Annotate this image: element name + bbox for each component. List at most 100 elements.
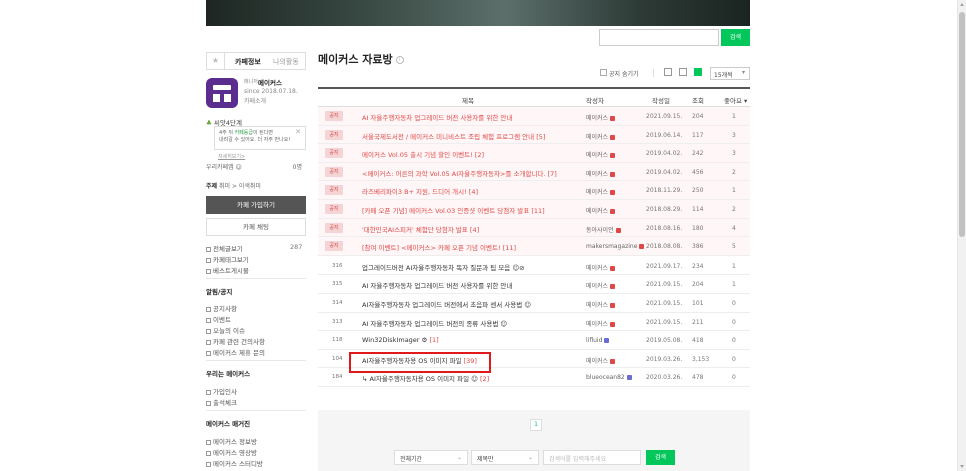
cafe-intro-link[interactable]: 카페소개 (244, 96, 266, 105)
post-title-link[interactable]: <메이커스: 어른의 과학 Vol.05 AI자율주행자동차>를 소개합니다. … (362, 168, 557, 178)
author-link[interactable]: lifluid (586, 337, 610, 344)
notice-badge: 공지 (325, 241, 343, 252)
like-count: 2 (732, 168, 736, 176)
like-count: 0 (732, 374, 736, 382)
comment-count[interactable]: [1] (429, 336, 438, 344)
scroll-up-icon[interactable] (960, 3, 964, 6)
like-count: 1 (732, 187, 736, 195)
author-link[interactable]: 메이커스 (586, 356, 616, 365)
view-count: 211 (692, 318, 704, 326)
post-title-link[interactable]: AI 자율주행자동차 업그레이드 버전의 종류 사용법 ☺ (362, 318, 507, 328)
tip-text: 이 된다면 (252, 130, 273, 136)
comment-count[interactable]: [2] (475, 151, 484, 159)
section-notice: 알림/공지 (206, 288, 233, 296)
author-link[interactable]: makersmagazine (586, 243, 645, 250)
hide-notice-label[interactable]: 공지 숨기기 (609, 69, 639, 78)
author-link[interactable]: 메이커스 (586, 263, 616, 272)
post-title-link[interactable]: 라즈베리파이3 B+ 지원, 드디어 개시! [4] (362, 186, 478, 196)
per-page-select[interactable]: 15개씩 ▾ (710, 67, 750, 80)
period-select[interactable]: 전체기간 ⌄ (394, 450, 468, 465)
board-search-input[interactable]: 검색어를 입력해주세요 (543, 450, 641, 465)
author-link[interactable]: 메이커스 (586, 113, 616, 122)
member-badge-icon (610, 303, 616, 308)
star-icon[interactable]: ★ (207, 53, 225, 69)
sidebar-item-study[interactable]: 메이커스 스터디방 (206, 458, 263, 468)
comment-count[interactable]: [5] (536, 133, 545, 141)
post-title-link[interactable]: Win32DiskImager ⚙ [1] (362, 336, 439, 344)
post-title-link[interactable]: ↳ AI자율주행자동차용 OS 이미지 파일 ☺ [2] (362, 373, 489, 383)
author-link[interactable]: 메이커스 (586, 150, 616, 159)
comment-count[interactable]: [7] (548, 170, 557, 178)
scope-select[interactable]: 제목만 ⌄ (471, 450, 539, 465)
sidebar-item-all-posts[interactable]: 전체글보기 287 (206, 243, 306, 253)
notice-badge: 공지 (325, 148, 343, 159)
card-view-icon[interactable] (694, 68, 702, 76)
comment-count[interactable]: [11] (531, 207, 544, 215)
like-count: 3 (732, 150, 736, 158)
sidebar-item-partner[interactable]: 메이커스 제휴 문의 (206, 347, 265, 357)
post-title-link[interactable]: AI 자율주행자동차 업그레이드 버전 사용자를 위한 안내 (362, 280, 512, 290)
col-likes[interactable]: 좋아요 ▾ (724, 95, 747, 105)
author-link[interactable]: blueocean82 (586, 374, 632, 381)
author-link[interactable]: 메이커스 (586, 169, 616, 178)
hide-notice-checkbox[interactable] (600, 69, 607, 76)
post-title-link[interactable]: [참여 이벤트] <메이커스> 카페 오픈 기념 이벤트! [11] (362, 242, 516, 252)
join-cafe-button[interactable]: 카페 가입하기 (206, 196, 306, 214)
album-view-icon[interactable] (679, 68, 687, 76)
sidebar-item-label: 공지사항 (213, 305, 237, 313)
author-link[interactable]: 메이커스 (586, 132, 616, 141)
post-title-link[interactable]: [카페 오픈 기념] 메이커스 Vol.03 인증샷 이벤트 당첨자 발표 [1… (362, 205, 545, 215)
post-date: 2019.03.26. (646, 355, 683, 363)
manager-name[interactable]: 메이커스 (258, 77, 282, 87)
list-view-icon[interactable] (664, 68, 672, 76)
sidebar-item-issue[interactable]: 오늘의 이슈 (206, 325, 245, 335)
comment-count[interactable]: [4] (469, 188, 478, 196)
board-search-button[interactable]: 검색 (646, 450, 675, 465)
board-icon (206, 400, 211, 406)
cafe-search-input[interactable] (599, 29, 719, 46)
sidebar-item-suggest[interactable]: 카페 관련 건의사항 (206, 336, 265, 346)
post-title-link[interactable]: AI자율주행자동차 업그레이드 버전에서 초음파 센서 사용법 ☺ (362, 299, 531, 309)
sidebar-item-info[interactable]: 메이커스 정보방 (206, 436, 257, 446)
post-title-link[interactable]: 업그레이드버전 AI자율주행자동차 독자 질문과 팁 모음 ☺⊘ (362, 262, 525, 272)
tip-more-link[interactable]: 자세히보기> (218, 153, 245, 160)
cafe-search-button[interactable]: 검색 (721, 29, 750, 46)
sidebar-item-attendance[interactable]: 출석체크 (206, 397, 237, 407)
page-scrollbar[interactable] (957, 0, 966, 471)
author-link[interactable]: 메이커스 (586, 187, 616, 196)
tab-my-activity[interactable]: 나의활동 (273, 57, 299, 67)
sidebar-item-video[interactable]: 메이커스 영상방 (206, 447, 257, 457)
scrollbar-thumb[interactable] (959, 12, 965, 237)
post-title: AI 자율주행자동차 업그레이드 버전의 종류 사용법 ☺ (362, 319, 508, 328)
post-title-link[interactable]: 서울국제도서전 / 메이커스 미니비스트 조립 체험 프로그램 안내 [5] (362, 131, 545, 141)
comment-count[interactable]: [11] (503, 244, 516, 252)
author-link[interactable]: 메이커스 (586, 281, 616, 290)
author-link[interactable]: 동아사이언 (586, 225, 621, 234)
view-count: 456 (692, 168, 704, 176)
close-icon[interactable]: ✕ (295, 129, 301, 136)
scroll-down-icon[interactable] (960, 465, 964, 468)
page-number[interactable]: 1 (530, 419, 542, 431)
post-number: 104 (332, 355, 343, 362)
post-title-link[interactable]: AI 자율주행자동차 업그레이드 버전 사용자를 위한 안내 (362, 112, 512, 122)
view-count: 386 (692, 243, 704, 251)
author-link[interactable]: 메이커스 (586, 319, 616, 328)
table-row: 314 AI자율주행자동차 업그레이드 버전에서 초음파 센서 사용법 ☺ 메이커스… (318, 294, 750, 313)
cafe-chat-button[interactable]: 카페 채팅 (206, 218, 306, 236)
sidebar-item-greeting[interactable]: 가입인사 (206, 386, 237, 396)
comment-count[interactable]: [4] (470, 226, 479, 234)
member-badge-icon (639, 244, 645, 250)
info-icon[interactable]: i (395, 56, 404, 64)
post-title-link[interactable]: '대한민국AI스피커' 체험단 당첨자 발표 [4] (362, 224, 479, 234)
tab-cafe-info[interactable]: 카페정보 (235, 57, 261, 67)
sidebar-item-label: 가입인사 (213, 388, 237, 396)
sidebar-item-tags[interactable]: 카페태그보기 (206, 254, 249, 264)
author-link[interactable]: 메이커스 (586, 206, 616, 215)
sidebar-item-notice[interactable]: 공지사항 (206, 303, 237, 313)
comment-count[interactable]: [2] (480, 375, 489, 383)
sidebar-item-event[interactable]: 이벤트 (206, 314, 231, 324)
sidebar-item-best[interactable]: 베스트게시물 (206, 265, 249, 275)
post-title-link[interactable]: 메이커스 Vol.05 출시 기념 할인 이벤트! [2] (362, 149, 484, 159)
post-count: 287 (290, 243, 303, 251)
author-link[interactable]: 메이커스 (586, 300, 616, 309)
